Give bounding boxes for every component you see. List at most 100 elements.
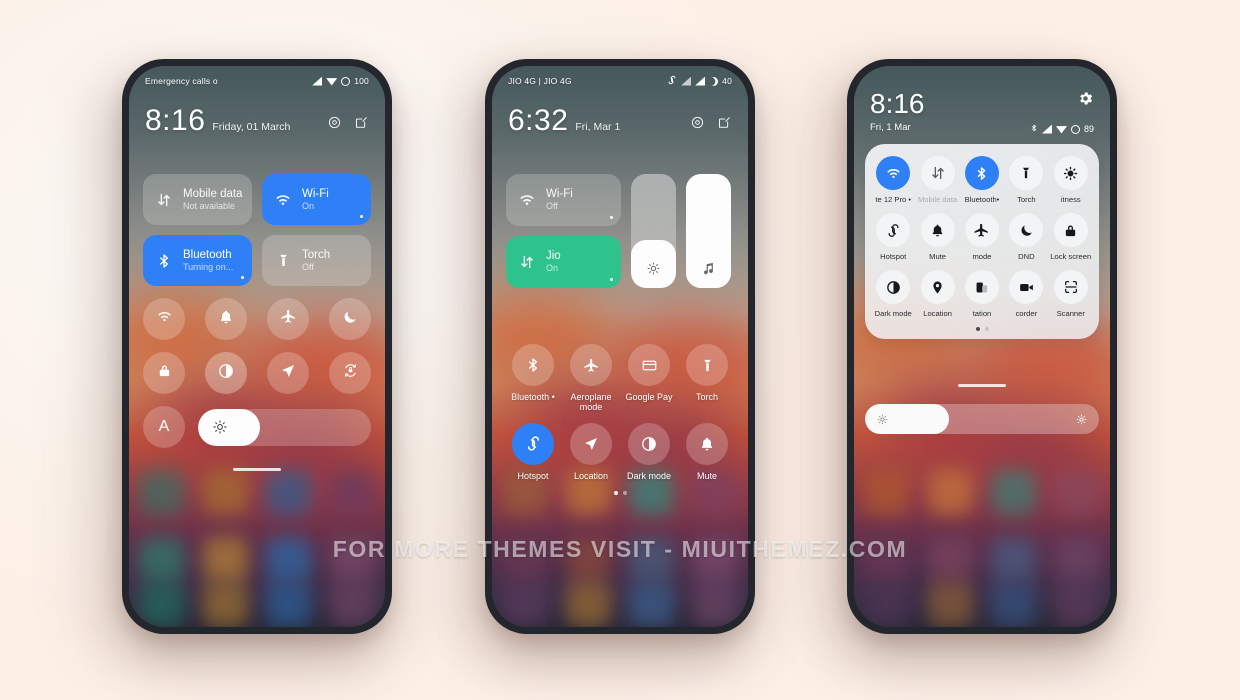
hotspot-icon	[876, 213, 911, 247]
signal-icon	[312, 76, 323, 86]
phone-2-tiles: Wi-Fi Off Jio On	[506, 174, 734, 288]
tile-wifi[interactable]: Wi-Fi Off	[506, 174, 621, 226]
tile-title: Jio	[546, 250, 561, 263]
page-dot[interactable]	[975, 327, 980, 331]
quick-toggle-mute[interactable]: Mute	[678, 422, 736, 481]
brightness-vertical-slider[interactable]	[631, 174, 676, 288]
bluetooth-icon	[1030, 123, 1038, 135]
gear-icon[interactable]	[1077, 90, 1094, 112]
page-indicator	[865, 327, 1099, 331]
quick-toggle-rotation-lock[interactable]	[329, 352, 371, 394]
quick-toggle-aeroplane-mode[interactable]: Aeroplane mode	[562, 344, 620, 413]
phone-3-control-panel: te 12 Pro • Mobile data Bluetooth• Torch…	[865, 144, 1099, 339]
quick-toggle-dnd[interactable]: DND	[1004, 213, 1048, 261]
quick-toggle-wifi[interactable]: te 12 Pro •	[871, 156, 915, 204]
lock-icon	[1053, 213, 1088, 247]
phone-3-brightness-slider[interactable]	[865, 404, 1099, 434]
edit-icon[interactable]	[354, 115, 369, 130]
tile-title: Wi-Fi	[546, 188, 573, 201]
home-indicator[interactable]	[233, 468, 281, 471]
tile-subtitle: Off	[302, 261, 314, 272]
auto-brightness-toggle[interactable]: A	[143, 406, 185, 448]
quick-toggle-scanner[interactable]: Scanner	[1049, 270, 1093, 318]
quick-toggle-rotation[interactable]: tation	[960, 270, 1004, 318]
quick-toggle-screen-recorder[interactable]: corder	[1004, 270, 1048, 318]
tile-jio[interactable]: Jio On	[506, 236, 621, 288]
quick-toggle-lock-screen[interactable]: Lock screen	[1049, 213, 1093, 261]
location-pin-icon	[920, 270, 955, 304]
battery-level: 100	[354, 76, 369, 86]
mobile-data-icon	[516, 254, 538, 270]
scanner-icon	[1053, 270, 1088, 304]
wifi-icon	[156, 308, 173, 330]
quick-toggle-mute[interactable]: Mute	[915, 213, 959, 261]
volume-vertical-slider[interactable]	[686, 174, 731, 288]
toggle-label: Aeroplane mode	[570, 392, 612, 413]
bluetooth-icon	[512, 344, 554, 386]
quick-toggle-location[interactable]: Location	[915, 270, 959, 318]
bell-icon	[686, 422, 728, 465]
toggle-label: Bluetooth •	[511, 392, 555, 402]
airplane-icon	[570, 344, 612, 386]
settings-gear-icon[interactable]	[690, 115, 705, 130]
phone-3-screen: 8:16 Fri, 1 Mar 89 te 12 Pro • Mobile da…	[854, 66, 1110, 627]
quick-toggle-location[interactable]	[267, 352, 309, 394]
phone-3: 8:16 Fri, 1 Mar 89 te 12 Pro • Mobile da…	[847, 59, 1117, 634]
card-icon	[628, 344, 670, 386]
page-dot[interactable]	[613, 491, 618, 496]
edit-icon[interactable]	[717, 115, 732, 130]
signal-icon	[695, 76, 706, 86]
quick-toggle-aeroplane-mode[interactable]: mode	[960, 213, 1004, 261]
quick-toggle-mobile-data[interactable]: Mobile data	[915, 156, 959, 204]
page-dot[interactable]	[622, 491, 627, 496]
phone-1-tiles: Mobile data Not available Wi-Fi On Bluet…	[143, 174, 371, 286]
toggle-label: Location	[573, 470, 609, 481]
phone-1-brightness-row: A	[143, 406, 371, 448]
toggle-label: Hotspot	[517, 470, 549, 481]
quick-toggle-location[interactable]: Location	[562, 422, 620, 481]
page-indicator	[504, 491, 736, 496]
quick-toggle-dark-mode[interactable]: Dark mode	[620, 422, 678, 481]
quick-toggle-airplane[interactable]	[267, 298, 309, 340]
clock-date: Fri, 1 Mar	[870, 122, 911, 133]
contrast-icon	[628, 422, 670, 465]
quick-toggle-brightness[interactable]: itness	[1049, 156, 1093, 204]
quick-toggle-hotspot[interactable]: Hotspot	[504, 422, 562, 481]
quick-toggle-wifi[interactable]	[143, 298, 185, 340]
brightness-slider[interactable]	[198, 408, 371, 446]
dnd-moon-icon	[709, 77, 718, 86]
quick-toggle-torch[interactable]: Torch	[678, 344, 736, 413]
phone-1: Emergency calls o 100 8:16 Friday, 01 Ma…	[122, 59, 392, 634]
tile-title: Wi-Fi	[302, 187, 329, 200]
brightness-low-icon	[876, 413, 889, 426]
brightness-slider-fill	[198, 408, 261, 446]
quick-toggle-bluetooth[interactable]: Bluetooth•	[960, 156, 1004, 204]
lock-icon	[157, 363, 172, 383]
quick-toggle-bluetooth[interactable]: Bluetooth •	[504, 344, 562, 413]
toggle-label: Mute	[929, 252, 947, 261]
quick-toggle-dark-mode[interactable]: Dark mode	[871, 270, 915, 318]
quick-toggle-google-pay[interactable]: Google Pay	[620, 344, 678, 413]
phone-2-header: 6:32 Fri, Mar 1	[492, 96, 748, 138]
video-camera-icon	[1009, 270, 1044, 304]
settings-gear-icon[interactable]	[327, 115, 342, 130]
tile-bluetooth[interactable]: Bluetooth Turning on...	[143, 235, 252, 286]
quick-toggle-hotspot[interactable]: Hotspot	[871, 213, 915, 261]
quick-toggle-lock[interactable]	[143, 352, 185, 394]
battery-level: 89	[1083, 124, 1094, 134]
quick-toggle-ring[interactable]	[205, 298, 247, 340]
music-note-icon	[686, 261, 731, 276]
home-indicator[interactable]	[958, 384, 1006, 387]
auto-brightness-label: A	[158, 418, 170, 435]
tile-wifi[interactable]: Wi-Fi On	[262, 174, 371, 225]
rotation-icon	[964, 270, 999, 304]
tile-mobile-data[interactable]: Mobile data Not available	[143, 174, 252, 225]
tile-torch[interactable]: Torch Off	[262, 235, 371, 286]
quick-toggle-dark-mode[interactable]	[205, 352, 247, 394]
quick-toggle-dnd[interactable]	[329, 298, 371, 340]
wifi-icon	[1055, 126, 1067, 134]
airplane-icon	[964, 213, 999, 247]
page-dot[interactable]	[984, 327, 989, 331]
quick-toggle-torch[interactable]: Torch	[1004, 156, 1048, 204]
quick-toggle-row-3: Dark mode Location tation corder Scanner	[865, 270, 1099, 318]
